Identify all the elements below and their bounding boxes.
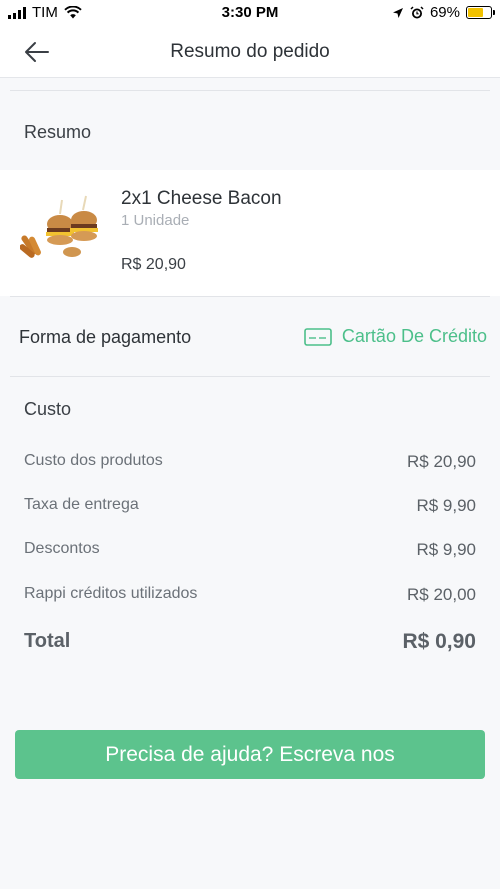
location-arrow-icon bbox=[392, 7, 403, 18]
payment-method-label: Cartão De Crédito bbox=[341, 326, 487, 346]
cost-row-label: Rappi créditos utilizados bbox=[24, 585, 198, 602]
cost-row-value: R$ 20,00 bbox=[407, 585, 476, 604]
cost-row: Taxa de entrega R$ 9,90 bbox=[24, 496, 476, 516]
help-button[interactable]: Precisa de ajuda? Escreva nos bbox=[15, 730, 485, 779]
credit-card-icon bbox=[304, 327, 332, 346]
battery-icon bbox=[466, 6, 495, 19]
total-row: Total R$ 0,90 bbox=[24, 630, 476, 654]
page-title: Resumo do pedido bbox=[170, 41, 330, 62]
divider bbox=[10, 296, 490, 297]
product-quantity: 1 Unidade bbox=[121, 212, 190, 229]
divider bbox=[10, 90, 490, 91]
cost-row-value: R$ 20,90 bbox=[407, 452, 476, 471]
battery-level bbox=[468, 8, 484, 17]
product-card[interactable]: 2x1 Cheese Bacon 1 Unidade R$ 20,90 bbox=[0, 170, 500, 296]
total-value: R$ 0,90 bbox=[402, 630, 476, 653]
cost-row-label: Descontos bbox=[24, 540, 100, 557]
product-price: R$ 20,90 bbox=[121, 256, 186, 273]
cost-row: Custo dos produtos R$ 20,90 bbox=[24, 452, 476, 472]
status-bar: TIM 3:30 PM 69% bbox=[0, 0, 500, 26]
cost-row-label: Custo dos produtos bbox=[24, 452, 163, 469]
nav-header: Resumo do pedido bbox=[0, 26, 500, 78]
summary-section-title: Resumo bbox=[24, 122, 92, 142]
cost-row-label: Taxa de entrega bbox=[24, 496, 139, 513]
cost-row: Descontos R$ 9,90 bbox=[24, 540, 476, 560]
alarm-icon bbox=[410, 5, 424, 18]
cost-section-title: Custo bbox=[24, 399, 72, 419]
cost-row-value: R$ 9,90 bbox=[416, 540, 476, 559]
product-name: 2x1 Cheese Bacon bbox=[121, 188, 282, 209]
product-image bbox=[20, 195, 98, 258]
payment-method-button[interactable]: Cartão De Crédito bbox=[304, 326, 487, 347]
payment-label: Forma de pagamento bbox=[19, 327, 192, 347]
divider bbox=[10, 376, 490, 377]
cost-row: Rappi créditos utilizados R$ 20,00 bbox=[24, 585, 476, 605]
status-right: 69% bbox=[392, 4, 495, 21]
total-label: Total bbox=[24, 630, 71, 652]
cost-row-value: R$ 9,90 bbox=[416, 496, 476, 515]
battery-percent: 69% bbox=[429, 4, 460, 21]
